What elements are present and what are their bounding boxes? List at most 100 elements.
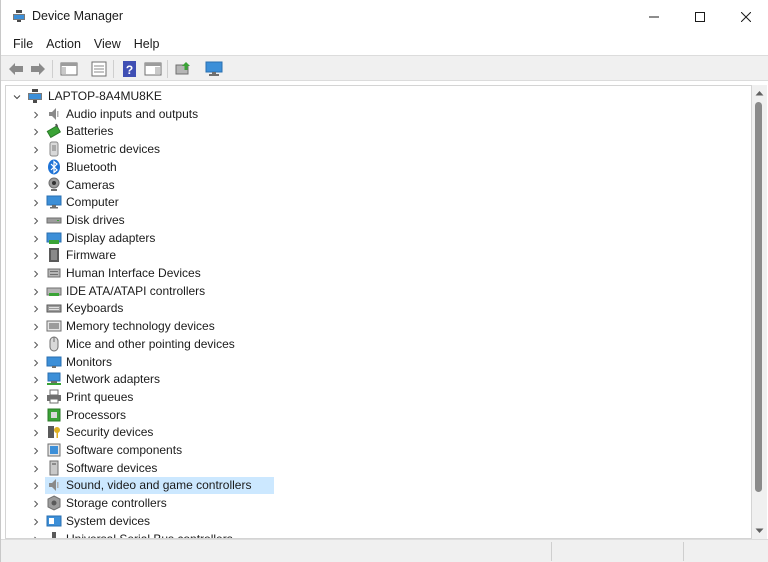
- tree-item[interactable]: Print queues: [6, 389, 746, 406]
- chevron-right-icon[interactable]: [32, 500, 40, 508]
- chevron-right-icon[interactable]: [32, 235, 40, 243]
- tree-item[interactable]: Security devices: [6, 424, 746, 441]
- menu-action[interactable]: Action: [41, 34, 88, 54]
- tree-item[interactable]: Keyboards: [6, 300, 746, 317]
- chevron-right-icon[interactable]: [32, 376, 40, 384]
- status-segment: [683, 542, 768, 561]
- tree-item[interactable]: Universal Serial Bus controllers: [6, 531, 746, 539]
- menu-help[interactable]: Help: [129, 34, 167, 54]
- usb-icon: [52, 531, 56, 538]
- tree-item[interactable]: Batteries: [6, 123, 746, 140]
- tree-item-label: Keyboards: [66, 301, 124, 316]
- tree-root[interactable]: LAPTOP-8A4MU8KE: [6, 88, 746, 105]
- display-adapter-icon: [46, 232, 62, 244]
- tree-root-label: LAPTOP-8A4MU8KE: [48, 89, 162, 103]
- chevron-right-icon[interactable]: [32, 447, 40, 455]
- close-icon: [741, 12, 751, 22]
- tree-item[interactable]: Display adapters: [6, 230, 746, 247]
- chevron-right-icon[interactable]: [32, 305, 40, 313]
- maximize-button[interactable]: [677, 0, 723, 34]
- chevron-right-icon[interactable]: [32, 429, 40, 437]
- close-button[interactable]: [723, 0, 768, 34]
- tree-item-label: Network adapters: [66, 372, 161, 387]
- tree-item[interactable]: Network adapters: [6, 371, 746, 388]
- chevron-right-icon[interactable]: [32, 412, 40, 420]
- tree-item[interactable]: Software components: [6, 442, 746, 459]
- action-pane-icon[interactable]: [144, 60, 162, 78]
- tree-item-label: Audio inputs and outputs: [66, 106, 199, 121]
- tree-item-label: System devices: [66, 513, 151, 528]
- chevron-right-icon[interactable]: [32, 394, 40, 402]
- security-device-icon: [48, 426, 60, 439]
- chevron-right-icon[interactable]: [32, 288, 40, 296]
- scrollbar-thumb[interactable]: [755, 102, 762, 492]
- update-driver-icon[interactable]: [174, 60, 192, 78]
- maximize-icon: [695, 12, 705, 22]
- back-arrow-icon[interactable]: [7, 60, 25, 78]
- disk-drive-icon: [46, 217, 62, 224]
- device-tree[interactable]: LAPTOP-8A4MU8KE Audio inputs and outputs…: [5, 85, 752, 539]
- chevron-right-icon[interactable]: [32, 111, 40, 119]
- tree-item[interactable]: Memory technology devices: [6, 318, 746, 335]
- processor-icon: [47, 408, 61, 422]
- tree-item[interactable]: Monitors: [6, 354, 746, 371]
- device-manager-window: Device Manager File Action View Help ? L…: [0, 0, 768, 562]
- toolbar-separator: [113, 60, 114, 78]
- show-hide-console-tree-icon[interactable]: [60, 60, 78, 78]
- minimize-icon: [649, 16, 659, 18]
- chevron-right-icon[interactable]: [32, 164, 40, 172]
- scroll-up-icon[interactable]: [755, 90, 764, 96]
- computer-icon: [28, 89, 42, 103]
- title-bar[interactable]: Device Manager: [1, 0, 768, 34]
- tree-item-label: Processors: [66, 407, 127, 422]
- chevron-right-icon[interactable]: [32, 146, 40, 154]
- minimize-button[interactable]: [631, 0, 677, 34]
- tree-item[interactable]: Mice and other pointing devices: [6, 336, 746, 353]
- tree-item[interactable]: Bluetooth: [6, 159, 746, 176]
- chevron-right-icon[interactable]: [32, 217, 40, 225]
- properties-icon[interactable]: [90, 60, 108, 78]
- chevron-right-icon[interactable]: [32, 323, 40, 331]
- tree-item[interactable]: Biometric devices: [6, 141, 746, 158]
- chevron-right-icon[interactable]: [32, 465, 40, 473]
- tree-item[interactable]: Human Interface Devices: [6, 265, 746, 282]
- tree-item[interactable]: IDE ATA/ATAPI controllers: [6, 283, 746, 300]
- forward-arrow-icon[interactable]: [29, 60, 47, 78]
- tree-item-label: Sound, video and game controllers: [66, 478, 252, 493]
- device-manager-app-icon: [13, 10, 25, 22]
- scan-hardware-icon[interactable]: [205, 60, 223, 78]
- status-bar: [1, 539, 768, 562]
- menu-file[interactable]: File: [8, 34, 40, 54]
- network-adapter-icon: [47, 372, 61, 386]
- chevron-right-icon[interactable]: [32, 252, 40, 260]
- tree-item[interactable]: Cameras: [6, 177, 746, 194]
- help-icon[interactable]: ?: [121, 60, 139, 78]
- tree-item-label: Storage controllers: [66, 496, 167, 511]
- bluetooth-icon: [48, 159, 60, 175]
- tree-item[interactable]: Software devices: [6, 460, 746, 477]
- tree-item[interactable]: Computer: [6, 194, 746, 211]
- chevron-right-icon[interactable]: [32, 128, 40, 136]
- software-device-icon: [49, 460, 59, 476]
- tree-item[interactable]: System devices: [6, 513, 746, 530]
- chevron-down-icon[interactable]: [13, 93, 21, 101]
- chevron-right-icon[interactable]: [32, 341, 40, 349]
- chevron-right-icon[interactable]: [32, 270, 40, 278]
- chevron-right-icon[interactable]: [32, 359, 40, 367]
- tree-item[interactable]: Processors: [6, 407, 746, 424]
- speaker-icon: [49, 479, 59, 492]
- tree-item[interactable]: Firmware: [6, 247, 746, 264]
- tree-item[interactable]: Storage controllers: [6, 495, 746, 512]
- tree-item[interactable]: Audio inputs and outputs: [6, 106, 746, 123]
- chevron-right-icon[interactable]: [32, 482, 40, 490]
- scroll-down-icon[interactable]: [755, 528, 764, 534]
- chevron-right-icon[interactable]: [32, 518, 40, 526]
- tree-item-label: Universal Serial Bus controllers: [66, 531, 233, 539]
- printer-icon: [47, 389, 61, 404]
- tree-item[interactable]: Disk drives: [6, 212, 746, 229]
- vertical-scrollbar[interactable]: [752, 85, 767, 539]
- menu-view[interactable]: View: [89, 34, 128, 54]
- chevron-right-icon[interactable]: [32, 182, 40, 190]
- chevron-right-icon[interactable]: [32, 199, 40, 207]
- tree-item[interactable]: Sound, video and game controllers: [6, 477, 746, 495]
